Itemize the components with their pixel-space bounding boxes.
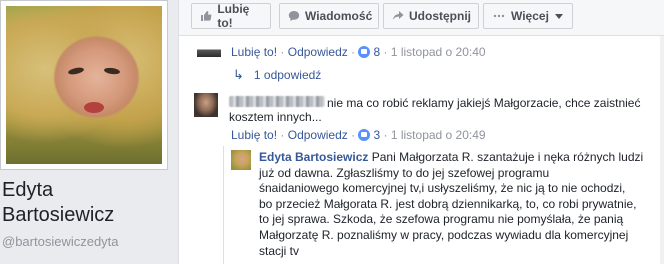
comment2-text-continued: kosztem innych... <box>229 110 322 124</box>
comment1-likes-count[interactable]: 8 <box>373 45 380 59</box>
comment2-likes-count[interactable]: 3 <box>373 128 380 142</box>
view-replies-link[interactable]: ↳ 1 odpowiedź <box>233 67 321 83</box>
separator: · <box>280 45 288 59</box>
reply-text-line: to jej sprawa. Szkoda, że szefowa progra… <box>259 212 624 227</box>
action-bar: Lubię to! Wiadomość Udostępnij Więcej <box>179 0 664 36</box>
share-arrow-icon <box>392 9 404 23</box>
more-label: Więcej <box>511 9 549 23</box>
like-reaction-icon <box>358 46 371 58</box>
comment2-reply-link[interactable]: Odpowiedz <box>288 128 348 142</box>
replies-count-label: 1 odpowiedź <box>253 68 322 82</box>
comment2-meta: Lubię to! · Odpowiedz · 3 · 1 listopad o… <box>231 128 486 142</box>
reply-arrow-icon: ↳ <box>233 67 244 82</box>
comment2-like-link[interactable]: Lubię to! <box>231 128 277 142</box>
comment2-text: nie ma co robić reklamy jakiejś Małgorza… <box>327 96 641 110</box>
photo-detail <box>84 102 104 113</box>
reply-text-line: bo przecież Małgorata R. jest dobrą dzie… <box>259 196 637 211</box>
photo-detail <box>103 66 121 76</box>
chat-bubble-icon <box>288 9 300 23</box>
more-button[interactable]: Więcej <box>483 3 573 29</box>
share-button[interactable]: Udostępnij <box>383 3 479 29</box>
share-label: Udostępnij <box>409 9 471 23</box>
message-button[interactable]: Wiadomość <box>279 3 379 29</box>
profile-photo-frame[interactable] <box>0 0 168 170</box>
ellipsis-icon <box>492 9 506 23</box>
comment2-date[interactable]: 1 listopad o 20:49 <box>391 128 486 142</box>
profile-column: Edyta Bartosiewicz @bartosiewiczedyta <box>0 0 172 264</box>
reply-text-line: Małgorzatę R. poznaliśmy w pracy, podcza… <box>259 227 629 242</box>
separator: · <box>383 128 391 142</box>
reply-thread-line <box>223 146 224 264</box>
message-label: Wiadomość <box>305 9 373 23</box>
like-reaction-icon <box>358 129 371 141</box>
comment1-like-link[interactable]: Lubię to! <box>231 45 277 59</box>
commenter-avatar[interactable] <box>194 93 218 117</box>
comment1-meta: Lubię to! · Odpowiedz · 8 · 1 listopad o… <box>231 45 486 59</box>
profile-name: Edyta Bartosiewicz <box>2 178 114 228</box>
reply-comment: Edyta Bartosiewicz Pani Małgorzata R. sz… <box>259 150 659 259</box>
thumbs-up-icon <box>200 9 212 23</box>
profile-handle[interactable]: @bartosiewiczedyta <box>2 234 119 249</box>
like-page-label: Lubię to! <box>217 2 250 30</box>
separator: · <box>280 128 288 142</box>
profile-name-line2: Bartosiewicz <box>2 204 115 226</box>
comment1-date[interactable]: 1 listopad o 20:40 <box>391 45 486 59</box>
reply-author-name[interactable]: Edyta Bartosiewicz <box>259 150 368 164</box>
chevron-down-icon <box>554 13 563 19</box>
separator: · <box>351 128 359 142</box>
commenter-avatar[interactable] <box>197 40 221 64</box>
main-content: Lubię to! Wiadomość Udostępnij Więcej Lu… <box>178 0 664 264</box>
redacted-commenter-name <box>229 96 325 107</box>
like-page-button[interactable]: Lubię to! <box>191 2 271 30</box>
comment1-reply-link[interactable]: Odpowiedz <box>288 45 348 59</box>
reply-text-line: śnaidaniowego komercyjnej tv,i usłyszeli… <box>259 181 626 196</box>
reply-text-line: Pani Małgorzata R. szantażuje i nęka róż… <box>371 150 644 164</box>
scrollbar[interactable] <box>660 36 664 264</box>
profile-name-line1: Edyta <box>2 179 54 201</box>
photo-detail <box>67 66 85 76</box>
reply-text-line: już od dawna. Zgłaszliśmy to do jej szef… <box>259 165 550 180</box>
reply-author-avatar[interactable] <box>231 150 251 170</box>
profile-photo[interactable] <box>6 6 162 164</box>
separator: · <box>383 45 391 59</box>
separator: · <box>351 45 359 59</box>
reply-text-line: stacji tv <box>259 243 300 258</box>
